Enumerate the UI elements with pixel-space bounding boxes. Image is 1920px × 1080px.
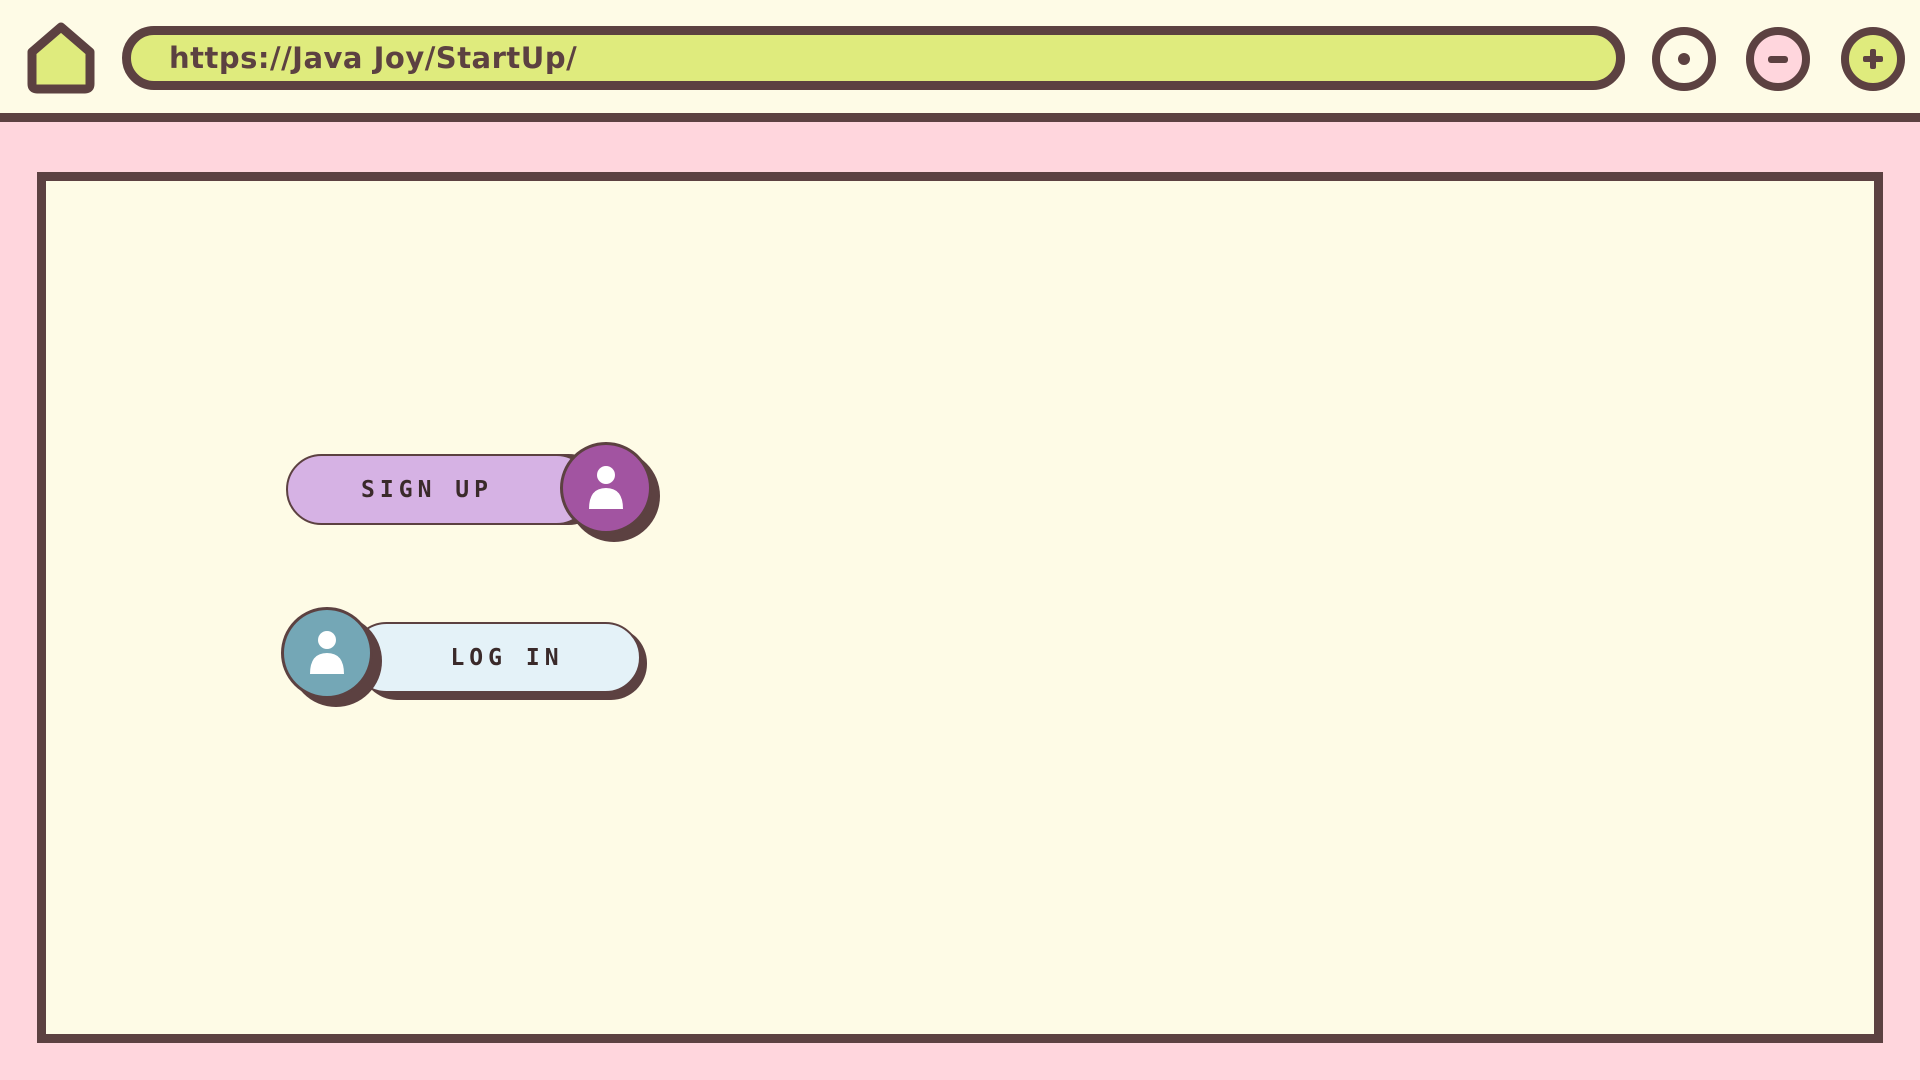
user-icon	[310, 631, 344, 674]
circle-button[interactable]	[1652, 27, 1716, 91]
log-in-label: LOG IN	[450, 644, 564, 671]
url-text: https://Java Joy/StartUp/	[169, 41, 578, 75]
log-in-pill[interactable]: LOG IN	[351, 622, 641, 693]
user-icon	[589, 466, 623, 509]
maximize-button[interactable]	[1841, 27, 1905, 91]
circle-dot-icon	[1678, 53, 1690, 65]
home-icon	[27, 22, 95, 94]
browser-toolbar: https://Java Joy/StartUp/	[0, 0, 1920, 122]
plus-icon	[1863, 49, 1883, 69]
minimize-button[interactable]	[1746, 27, 1810, 91]
address-bar[interactable]: https://Java Joy/StartUp/	[122, 26, 1625, 90]
sign-up-label: SIGN UP	[361, 476, 493, 503]
log-in-avatar[interactable]	[281, 607, 373, 699]
home-button[interactable]	[26, 22, 96, 94]
log-in-button[interactable]: LOG IN	[281, 607, 656, 707]
sign-up-avatar[interactable]	[560, 442, 652, 534]
minus-icon	[1768, 55, 1788, 63]
sign-up-pill[interactable]: SIGN UP	[286, 454, 592, 525]
sign-up-button[interactable]: SIGN UP	[286, 442, 661, 542]
